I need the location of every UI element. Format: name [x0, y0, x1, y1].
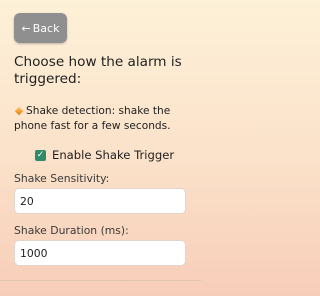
shake-sensitivity-label: Shake Sensitivity:: [14, 172, 110, 185]
back-arrow-icon: ←: [21, 21, 31, 35]
shake-sensitivity-input[interactable]: [14, 188, 186, 214]
checkbox-checked-icon[interactable]: ✓: [35, 149, 46, 161]
shake-info: Shake detection: shake the phone fast fo…: [14, 104, 196, 134]
orange-diamond-icon: [14, 106, 24, 115]
back-button[interactable]: ← Back: [14, 13, 67, 43]
shake-info-text: Shake detection: shake the phone fast fo…: [14, 105, 171, 132]
enable-shake-trigger-label: Enable Shake Trigger: [52, 148, 175, 162]
divider: [0, 280, 201, 281]
enable-shake-trigger-toggle[interactable]: ✓ Enable Shake Trigger: [35, 148, 174, 162]
shake-duration-label: Shake Duration (ms):: [14, 224, 129, 237]
back-button-label: Back: [32, 21, 60, 35]
page-title: Choose how the alarm is triggered:: [14, 54, 182, 87]
shake-duration-input[interactable]: [14, 240, 186, 266]
